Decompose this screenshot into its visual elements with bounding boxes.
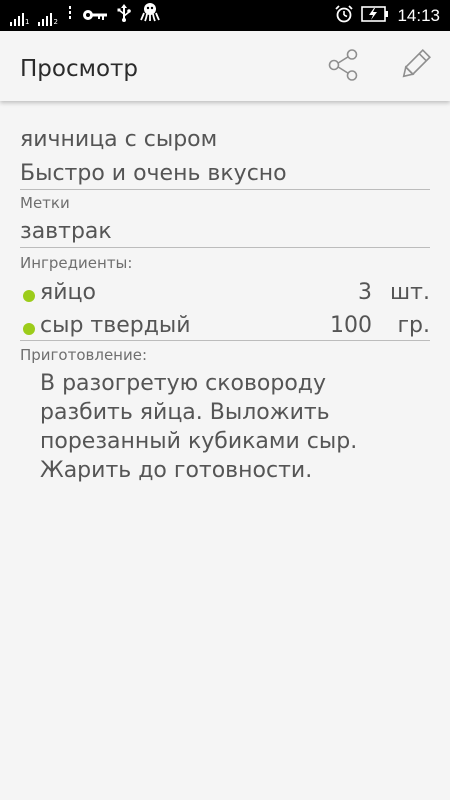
ingredient-quantity: 100 (330, 313, 372, 338)
usb-icon (117, 4, 131, 26)
recipe-tags: завтрак (20, 219, 112, 244)
status-bar: 1 2 14:13 (0, 0, 450, 31)
ingredient-row: яйцо 3 шт. (20, 279, 430, 311)
share-button[interactable] (321, 45, 365, 89)
sim2-label: 2 (53, 18, 58, 26)
share-icon (326, 48, 360, 86)
edit-button[interactable] (393, 45, 437, 89)
preparation-text: В разогретую сковороду разбить яйца. Выл… (40, 371, 358, 483)
recipe-title: яичница с сыром (20, 127, 218, 152)
tags-label: Метки (20, 194, 70, 212)
key-icon (82, 7, 108, 26)
pencil-icon (397, 47, 433, 87)
data-arrows-icon (67, 6, 73, 26)
ingredient-unit: гр. (397, 313, 430, 338)
ingredient-quantity: 3 (358, 280, 372, 305)
ingredient-unit: шт. (390, 280, 430, 305)
signal-sim2-icon: 2 (38, 12, 58, 26)
divider (20, 340, 430, 341)
recipe-description: Быстро и очень вкусно (20, 161, 287, 186)
sim1-label: 1 (25, 18, 30, 26)
ingredient-name: сыр твердый (40, 313, 191, 338)
status-right-icons: 14:13 (335, 5, 440, 27)
bullet-dot-icon (23, 290, 35, 302)
battery-charging-icon (361, 6, 389, 26)
octopus-icon (140, 2, 160, 26)
recipe-view: яичница с сыром Быстро и очень вкусно Ме… (0, 101, 450, 800)
ingredient-name: яйцо (40, 280, 96, 305)
page-title: Просмотр (20, 56, 139, 82)
bullet-dot-icon (23, 323, 35, 335)
preparation-label: Приготовление: (20, 346, 148, 364)
signal-sim1-icon: 1 (10, 12, 29, 26)
ingredients-label: Ингредиенты: (20, 254, 133, 272)
divider (20, 189, 430, 190)
alarm-icon (335, 5, 354, 27)
app-bar: Просмотр (0, 31, 450, 101)
clock: 14:13 (397, 6, 440, 25)
divider (20, 247, 430, 248)
status-left-icons: 1 2 (10, 3, 160, 26)
